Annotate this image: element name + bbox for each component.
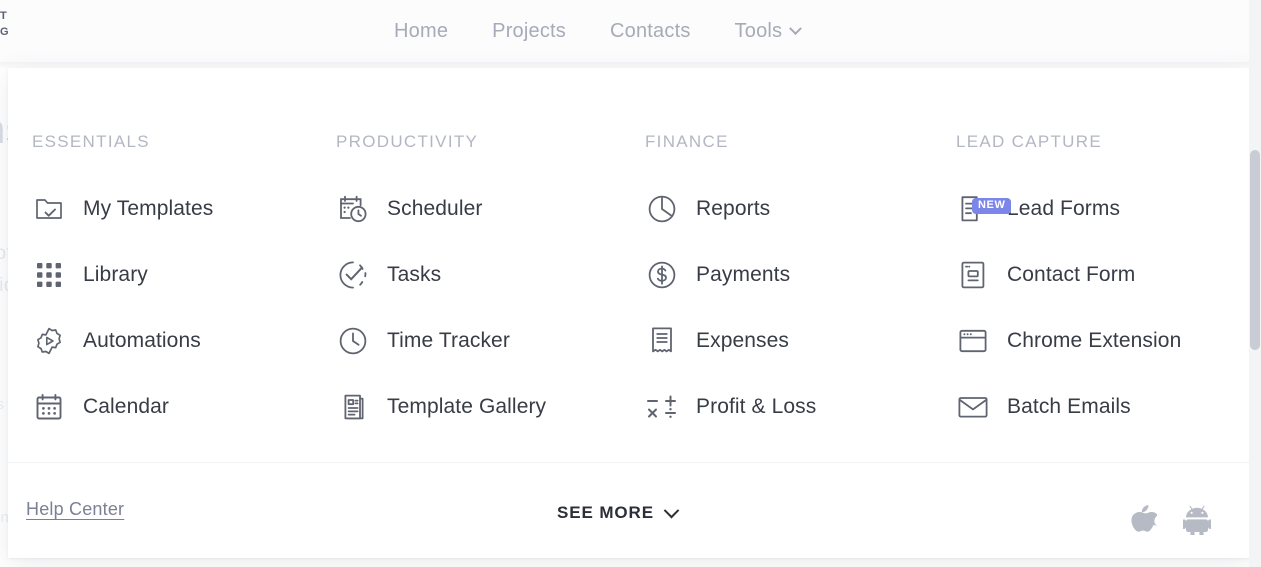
menu-item-label: Batch Emails <box>1007 395 1131 418</box>
menu-item-automations[interactable]: Automations <box>32 308 314 374</box>
folder-check-icon <box>32 192 66 226</box>
menu-item-label: Contact Form <box>1007 263 1136 286</box>
browser-window-icon <box>956 324 990 358</box>
menu-item-profit-loss[interactable]: Profit & Loss <box>645 374 924 440</box>
mega-column-essentials: ESSENTIALS My Templates Library Automati… <box>8 68 314 440</box>
menu-item-library[interactable]: Library <box>32 242 314 308</box>
menu-item-expenses[interactable]: Expenses <box>645 308 924 374</box>
calendar-clock-icon <box>336 192 370 226</box>
column-title: LEAD CAPTURE <box>956 132 1102 151</box>
envelope-icon <box>956 390 990 424</box>
cut-label-line-1: T <box>0 10 8 22</box>
calendar-icon <box>32 390 66 424</box>
mega-column-productivity: PRODUCTIVITY Scheduler Tasks Time Tracke… <box>314 68 619 440</box>
documents-stack-icon <box>336 390 370 424</box>
chevron-down-icon <box>789 21 803 35</box>
android-icon[interactable] <box>1183 505 1211 535</box>
column-title: PRODUCTIVITY <box>336 132 479 151</box>
column-title: ESSENTIALS <box>32 132 150 151</box>
new-badge: NEW <box>972 198 1012 214</box>
mega-column-lead-capture: LEAD CAPTURE NEW Lead Forms Contact Form… <box>924 68 1253 440</box>
menu-item-label: My Templates <box>83 197 214 220</box>
contact-form-icon <box>956 258 990 292</box>
vertical-scrollbar[interactable] <box>1249 0 1261 567</box>
nav-item-label: Tools <box>734 19 783 42</box>
receipt-icon <box>645 324 679 358</box>
help-center-link[interactable]: Help Center <box>26 499 124 520</box>
column-title: FINANCE <box>645 132 729 151</box>
menu-item-label: Profit & Loss <box>696 395 817 418</box>
app-root: ms ence of steps to keep your client pro… <box>0 0 1261 567</box>
grid-dots-icon <box>32 258 66 292</box>
menu-item-chrome-extension[interactable]: Chrome Extension <box>956 308 1253 374</box>
nav-item-contacts[interactable]: Contacts <box>588 20 713 43</box>
menu-item-label: Expenses <box>696 329 790 352</box>
nav-item-projects[interactable]: Projects <box>470 20 588 43</box>
menu-item-label: Library <box>83 263 148 286</box>
menu-item-reports[interactable]: Reports <box>645 176 924 242</box>
menu-item-template-gallery[interactable]: Template Gallery <box>336 374 619 440</box>
see-more-button[interactable]: SEE MORE <box>557 502 680 523</box>
menu-item-contact-form[interactable]: Contact Form <box>956 242 1253 308</box>
app-store-icons <box>1131 505 1211 535</box>
menu-item-scheduler[interactable]: Scheduler <box>336 176 619 242</box>
menu-item-label: Template Gallery <box>387 395 547 418</box>
dollar-circle-icon <box>645 258 679 292</box>
nav-item-label: Home <box>394 19 449 42</box>
see-more-label: SEE MORE <box>557 503 654 522</box>
nav-item-label: Contacts <box>610 19 691 42</box>
apple-icon[interactable] <box>1131 505 1157 535</box>
menu-item-my-templates[interactable]: My Templates <box>32 176 314 242</box>
mega-menu-footer: Help Center SEE MORE <box>8 462 1253 558</box>
menu-item-label: Chrome Extension <box>1007 329 1182 352</box>
menu-item-label: Reports <box>696 197 771 220</box>
menu-item-payments[interactable]: Payments <box>645 242 924 308</box>
nav-item-home[interactable]: Home <box>394 20 470 43</box>
chevron-down-icon <box>663 502 680 518</box>
nav-item-tools[interactable]: Tools <box>713 20 823 43</box>
menu-item-lead-forms[interactable]: NEW Lead Forms <box>956 176 1253 242</box>
menu-item-label: Time Tracker <box>387 329 510 352</box>
cut-label-line-2: G <box>0 26 10 38</box>
menu-item-label: Scheduler <box>387 197 483 220</box>
pie-chart-icon <box>645 192 679 226</box>
mega-column-finance: FINANCE Reports Payments Expenses Profit… <box>619 68 924 440</box>
math-operators-icon <box>645 390 679 424</box>
menu-item-label: Payments <box>696 263 791 286</box>
menu-item-calendar[interactable]: Calendar <box>32 374 314 440</box>
menu-item-label: Lead Forms <box>1007 197 1121 220</box>
clock-icon <box>336 324 370 358</box>
cut-off-brand-label: T G <box>0 8 9 40</box>
menu-item-tasks[interactable]: Tasks <box>336 242 619 308</box>
menu-item-label: Tasks <box>387 263 442 286</box>
scrollbar-thumb[interactable] <box>1250 150 1260 350</box>
check-circle-dashed-icon <box>336 258 370 292</box>
menu-item-label: Automations <box>83 329 201 352</box>
menu-item-label: Calendar <box>83 395 170 418</box>
gear-play-icon <box>32 324 66 358</box>
nav-item-label: Projects <box>492 19 567 42</box>
menu-item-time-tracker[interactable]: Time Tracker <box>336 308 619 374</box>
menu-item-batch-emails[interactable]: Batch Emails <box>956 374 1253 440</box>
tools-mega-menu-panel: ESSENTIALS My Templates Library Automati… <box>8 68 1253 558</box>
mega-menu-columns: ESSENTIALS My Templates Library Automati… <box>8 68 1253 440</box>
top-navigation-bar: T G Home Projects Contacts Tools <box>0 0 1261 62</box>
nav-links: Home Projects Contacts Tools <box>394 0 822 62</box>
